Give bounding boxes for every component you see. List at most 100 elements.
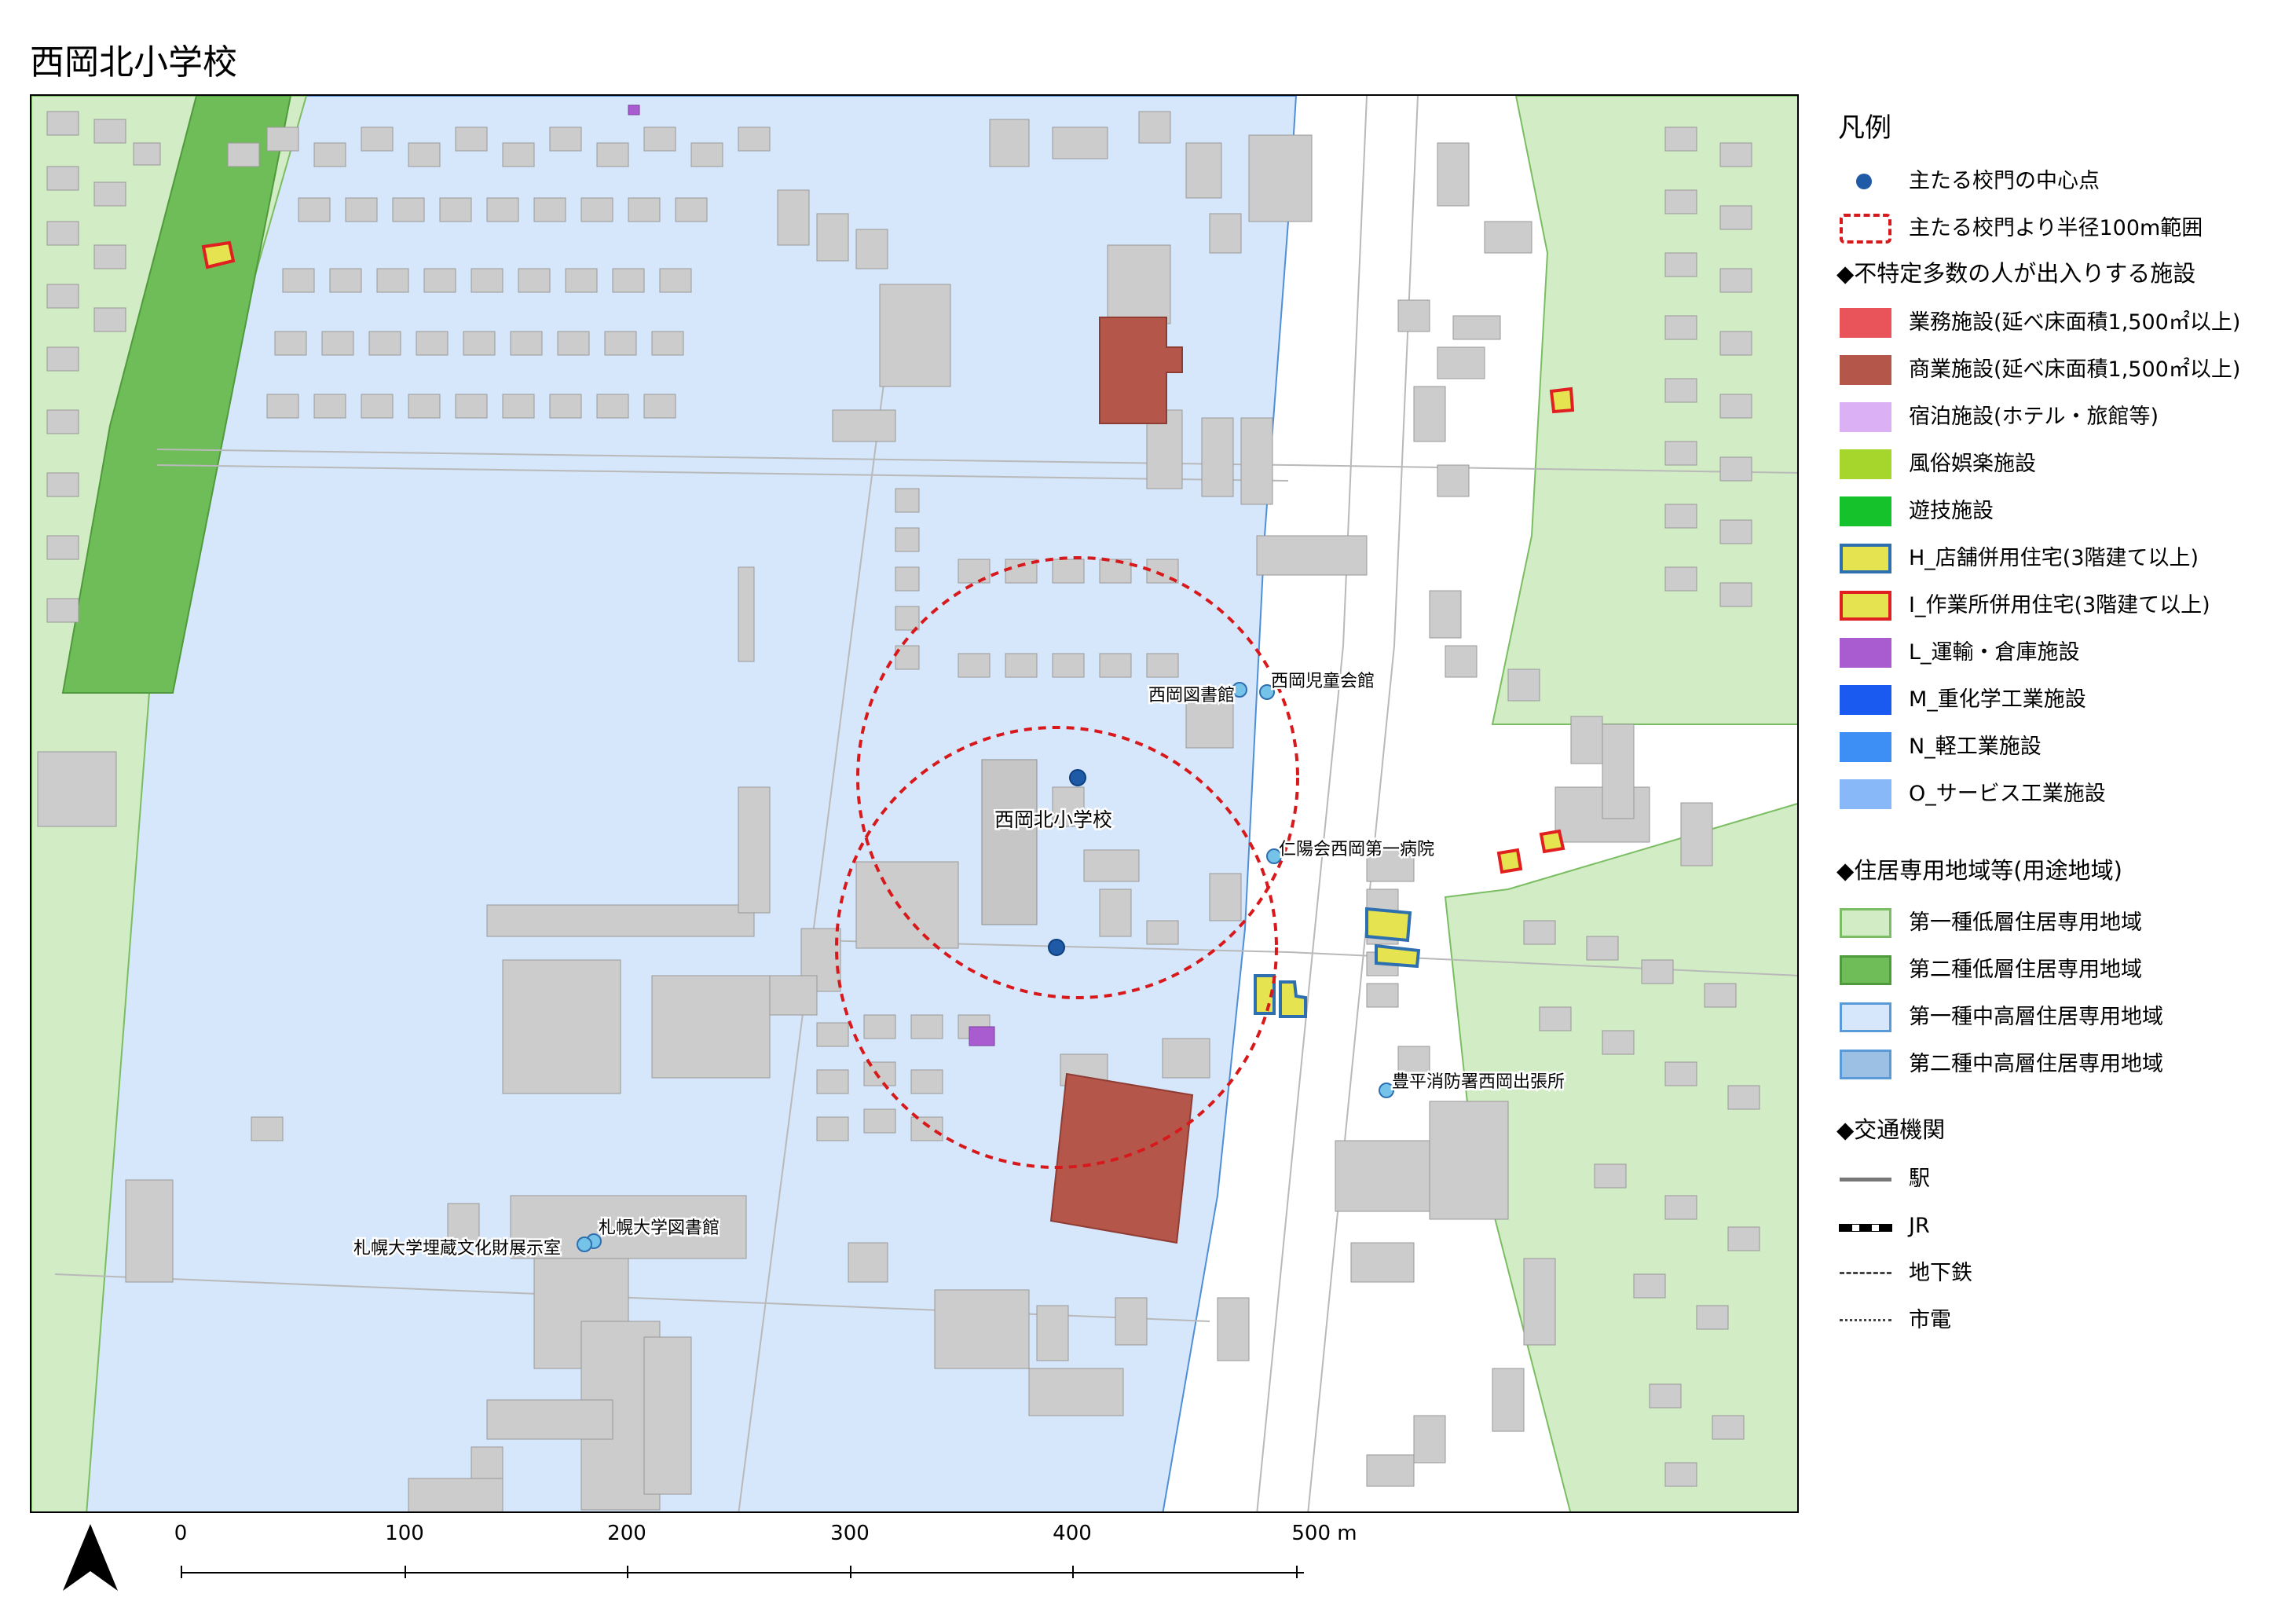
scale-label: 0 (174, 1522, 188, 1545)
workshop-house-1[interactable] (201, 240, 236, 269)
facility-swatch (1840, 402, 1891, 432)
label-univ-library: 札幌大学図書館 (599, 1218, 720, 1238)
legend-section-transport: ◆交通機関 (1836, 1116, 1946, 1143)
univ-exhibit-point[interactable] (577, 1236, 592, 1252)
label-childrens-hall: 西岡児童会館 (1271, 672, 1375, 691)
legend-item-facility: H_店舗併用住宅(3階建て以上) (1830, 540, 2286, 577)
legend-item-facility: M_重化学工業施設 (1830, 682, 2286, 718)
zone-swatch (1840, 1050, 1891, 1079)
legend-item-facility: 遊技施設 (1830, 493, 2286, 529)
workshop-house-4[interactable] (1539, 829, 1565, 854)
workshop-house-2[interactable] (1549, 387, 1575, 414)
legend-section-zones: ◆住居専用地域等(用途地域) (1836, 857, 2122, 884)
legend-label: 第一種中高層住居専用地域 (1909, 1005, 2163, 1029)
radius-range-icon (1840, 214, 1891, 244)
label-univ-exhibit: 札幌大学埋蔵文化財展示室 (353, 1239, 561, 1258)
north-arrow-icon (55, 1516, 126, 1598)
facility-swatch (1840, 355, 1891, 385)
label-library: 西岡図書館 (1148, 686, 1235, 705)
zone-swatch (1840, 908, 1891, 938)
legend-item-facility: 宿泊施設(ホテル・旅館等) (1830, 399, 2286, 435)
facility-swatch (1840, 449, 1891, 479)
scale-label: 400 (1053, 1522, 1092, 1545)
scale-tick (1296, 1566, 1298, 1578)
gate-point-north[interactable] (1069, 769, 1086, 786)
legend-label: H_店舗併用住宅(3階建て以上) (1909, 546, 2199, 570)
label-school: 西岡北小学校 (994, 808, 1112, 831)
facility-swatch (1840, 638, 1891, 668)
map-view[interactable]: 西岡北小学校 西岡図書館 西岡児童会館 仁陽会西岡第一病院 豊平消防署西岡出張所… (30, 94, 1799, 1513)
scale-label: 500 m (1291, 1522, 1357, 1545)
legend-item-transport: JR (1830, 1208, 2286, 1244)
legend-label: 業務施設(延べ床面積1,500㎡以上) (1909, 310, 2241, 335)
label-fire-station: 豊平消防署西岡出張所 (1392, 1072, 1565, 1092)
zone-swatch (1840, 955, 1891, 985)
facility-swatch (1840, 779, 1891, 809)
legend-label: 第二種低層住居専用地域 (1909, 958, 2142, 982)
scale-tick (627, 1566, 628, 1578)
gate-point-icon (1856, 174, 1872, 189)
legend-section-facilities: ◆不特定多数の人が出入りする施設 (1836, 260, 2196, 287)
scale-bar: 0 100 200 300 400 500 m (118, 1520, 1357, 1614)
gate-point-south[interactable] (1048, 939, 1065, 956)
legend-item-radius: 主たる校門より半径100m範囲 (1830, 211, 2286, 247)
scale-tick (1072, 1566, 1074, 1578)
commercial-facility-south[interactable] (1049, 1072, 1194, 1244)
legend-item-zone: 第二種低層住居専用地域 (1830, 952, 2286, 988)
legend-label: 第二種中高層住居専用地域 (1909, 1052, 2163, 1076)
legend-label: 宿泊施設(ホテル・旅館等) (1909, 405, 2159, 429)
legend-item-zone: 第二種中高層住居専用地域 (1830, 1046, 2286, 1083)
facility-swatch (1840, 732, 1891, 762)
workshop-house-3[interactable] (1496, 848, 1523, 874)
legend-item-facility: 風俗娯楽施設 (1830, 446, 2286, 482)
scale-tick (405, 1566, 406, 1578)
scale-tick (850, 1566, 851, 1578)
zone-swatch (1840, 1002, 1891, 1032)
legend-label: JR (1909, 1214, 1930, 1238)
legend-panel: 凡例 主たる校門の中心点 主たる校門より半径100m範囲 ◆不特定多数の人が出入… (1830, 102, 2286, 1359)
legend-item-zone: 第一種中高層住居専用地域 (1830, 999, 2286, 1035)
scale-label: 300 (830, 1522, 870, 1545)
legend-label: 主たる校門より半径100m範囲 (1909, 216, 2203, 240)
legend-label: 駅 (1909, 1167, 1930, 1191)
legend-label: 第一種低層住居専用地域 (1909, 910, 2142, 935)
legend-item-facility: O_サービス工業施設 (1830, 776, 2286, 812)
legend-label: 遊技施設 (1909, 499, 1994, 523)
legend-label: L_運輸・倉庫施設 (1909, 640, 2080, 665)
transport-line-icon (1840, 1319, 1891, 1321)
transport-line-icon (1840, 1272, 1891, 1274)
page-title: 西岡北小学校 (30, 42, 237, 82)
legend-item-transport: 地下鉄 (1830, 1255, 2286, 1291)
legend-item-zone: 第一種低層住居専用地域 (1830, 905, 2286, 941)
facility-swatch (1840, 544, 1891, 573)
warehouse-facility-small[interactable] (628, 104, 640, 115)
shop-house-1[interactable] (1365, 907, 1412, 943)
transport-line-icon (1840, 1178, 1891, 1182)
warehouse-facility[interactable] (969, 1026, 995, 1046)
legend-item-facility: N_軽工業施設 (1830, 729, 2286, 765)
legend-label: O_サービス工業施設 (1909, 782, 2106, 806)
legend-label: 市電 (1909, 1308, 1951, 1332)
legend-item-facility: L_運輸・倉庫施設 (1830, 635, 2286, 671)
legend-label: 商業施設(延べ床面積1,500㎡以上) (1909, 357, 2241, 382)
legend-item-facility: I_作業所併用住宅(3階建て以上) (1830, 588, 2286, 624)
legend-item-transport: 駅 (1830, 1161, 2286, 1197)
map-canvas[interactable]: 西岡北小学校 西岡図書館 西岡児童会館 仁陽会西岡第一病院 豊平消防署西岡出張所… (31, 96, 1799, 1513)
legend-item-facility: 商業施設(延べ床面積1,500㎡以上) (1830, 352, 2286, 388)
legend-item-facility: 業務施設(延べ床面積1,500㎡以上) (1830, 305, 2286, 341)
legend-title: 凡例 (1838, 112, 1891, 144)
legend-label: M_重化学工業施設 (1909, 687, 2086, 712)
school-building (981, 759, 1038, 925)
scale-tick (181, 1566, 182, 1578)
zone-low-1-east-north (1491, 96, 1797, 725)
facility-swatch (1840, 591, 1891, 621)
legend-item-gate-point: 主たる校門の中心点 (1830, 163, 2286, 200)
shop-house-2[interactable] (1375, 943, 1421, 969)
facility-swatch (1840, 496, 1891, 526)
scale-line (181, 1572, 1304, 1574)
legend-label: 風俗娯楽施設 (1909, 452, 2036, 476)
legend-label: I_作業所併用住宅(3階建て以上) (1909, 593, 2210, 617)
scale-label: 200 (607, 1522, 646, 1545)
transport-line-icon (1839, 1224, 1892, 1232)
scale-label: 100 (385, 1522, 424, 1545)
